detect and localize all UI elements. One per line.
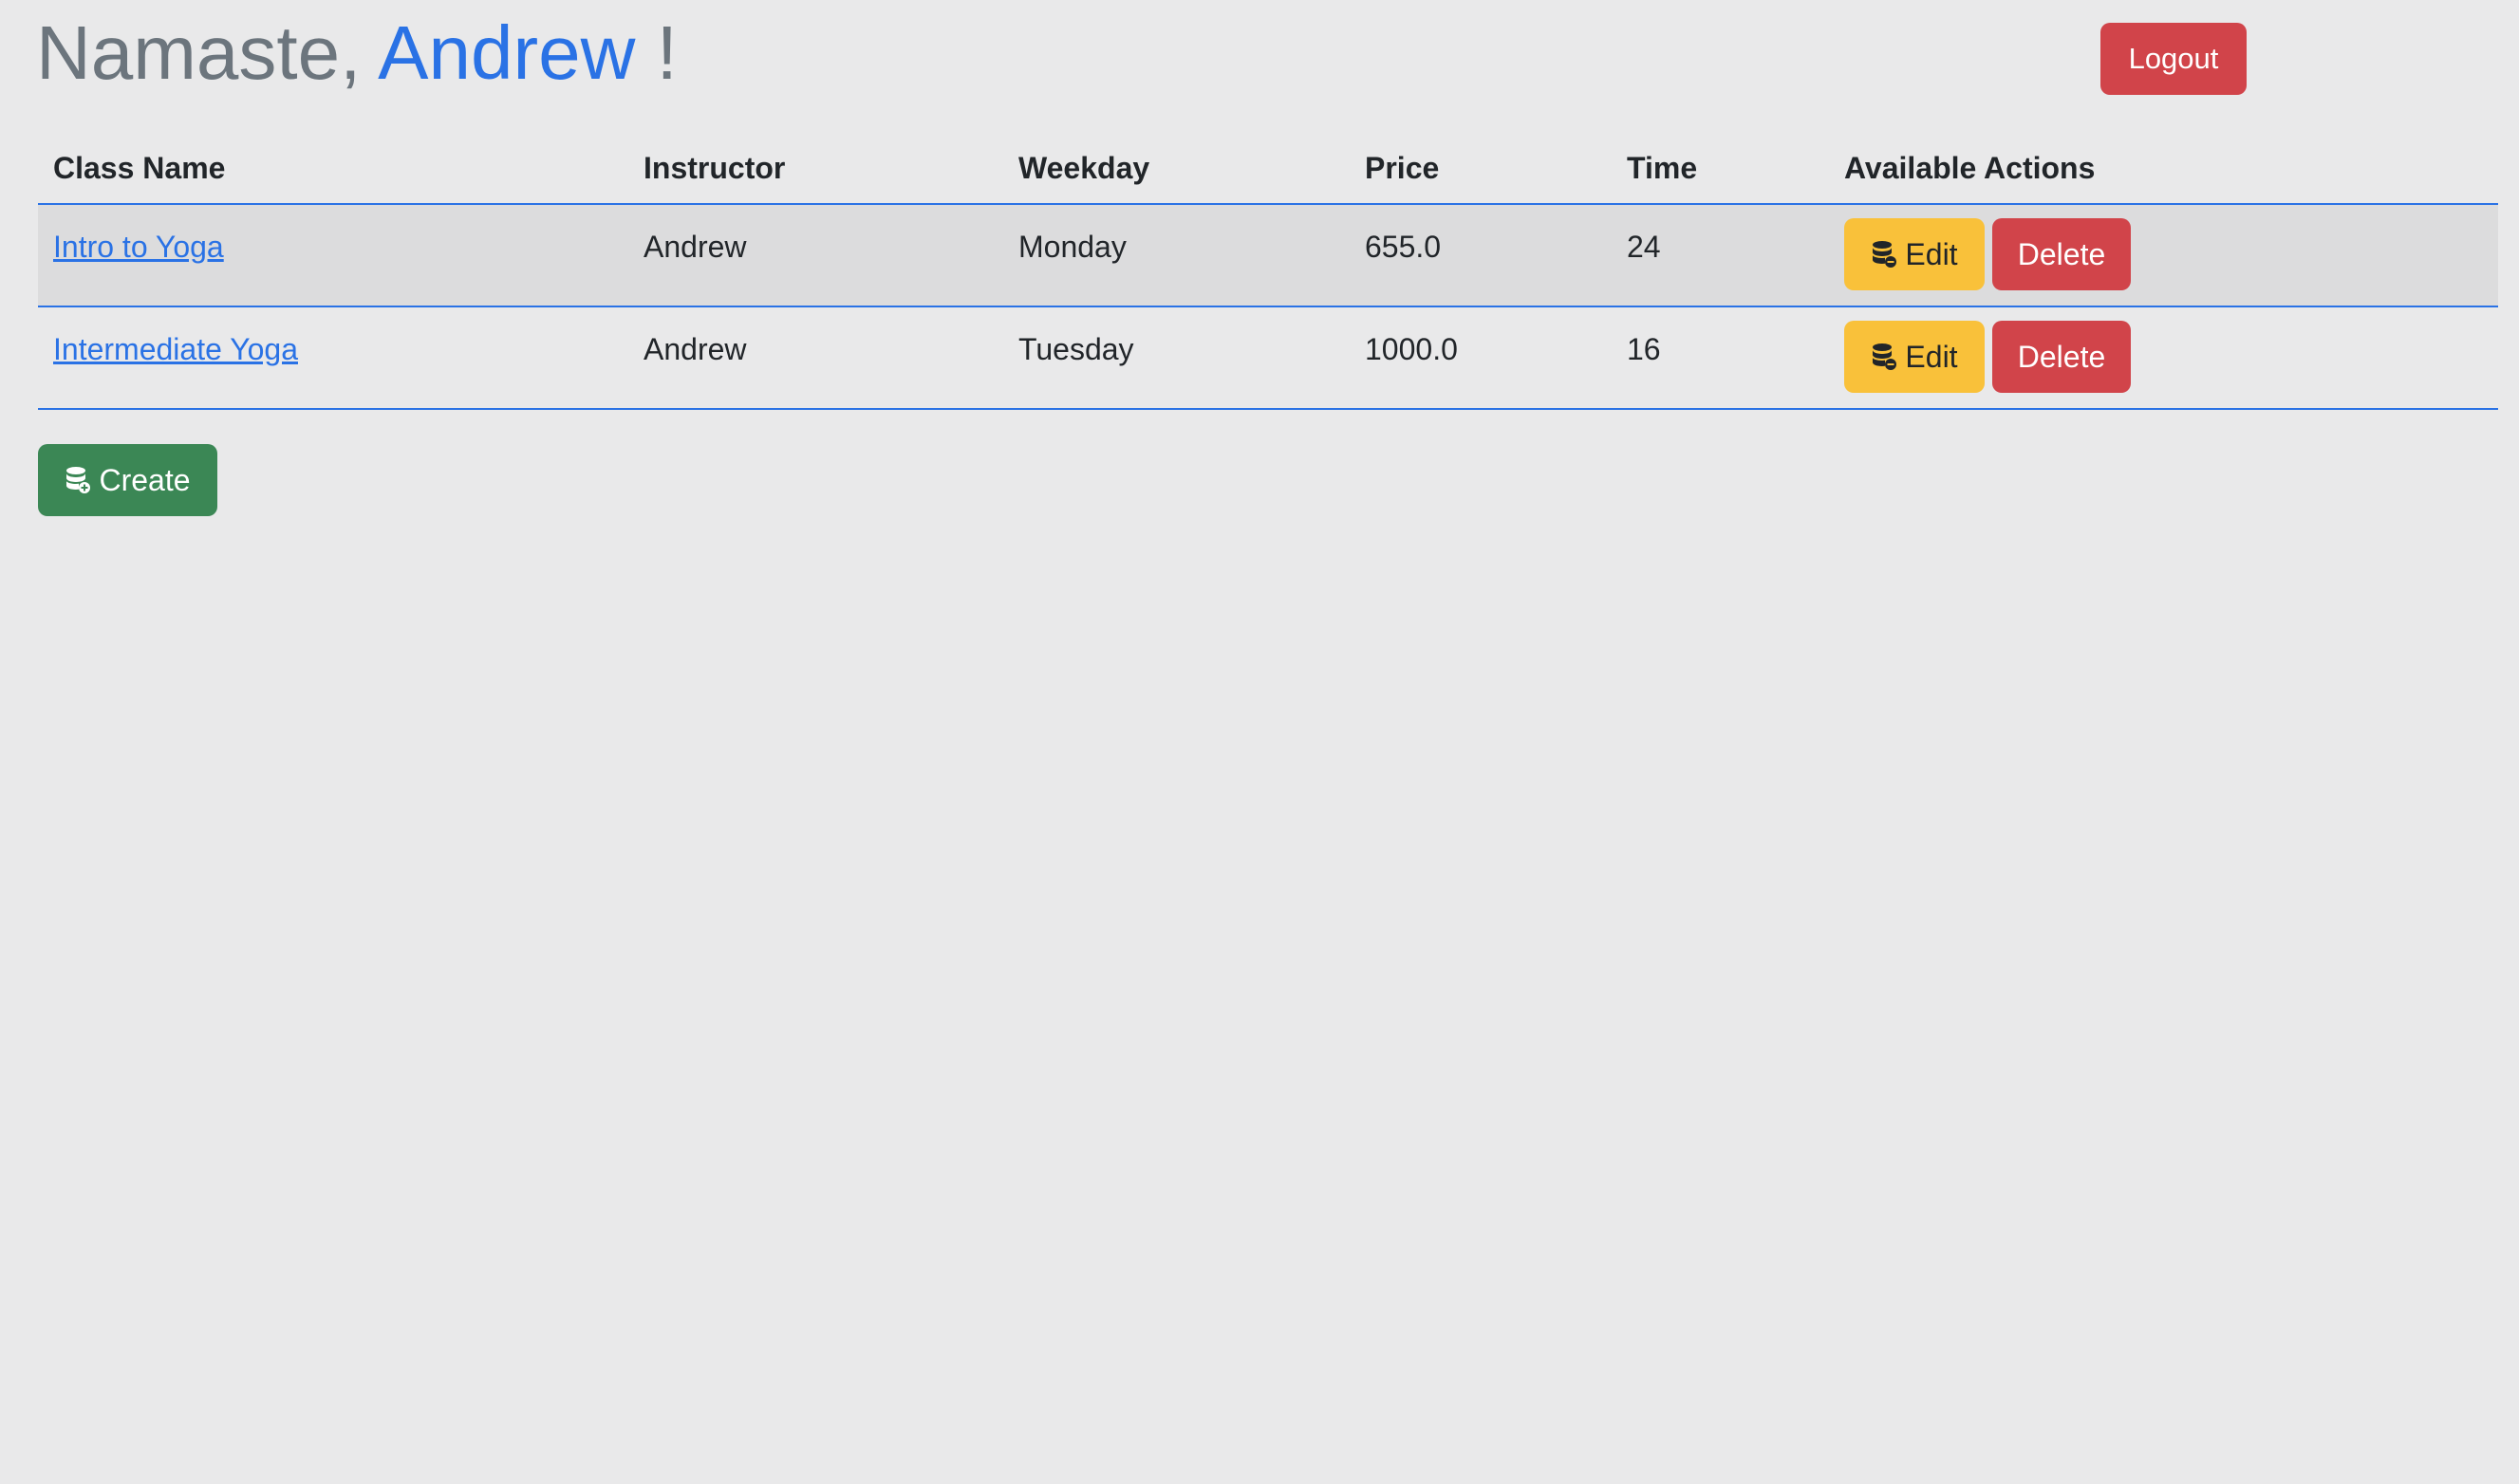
table-row: Intro to Yoga Andrew Monday 655.0 24 Edi… (38, 204, 2498, 307)
class-link[interactable]: Intro to Yoga (53, 230, 224, 264)
column-header-price: Price (1350, 133, 1612, 205)
database-add-icon (65, 466, 91, 494)
delete-button[interactable]: Delete (1992, 321, 2131, 393)
column-header-instructor: Instructor (628, 133, 1003, 205)
time-value: 16 (1627, 332, 1661, 366)
classes-table-container: Class Name Instructor Weekday Price Time… (38, 133, 2498, 410)
create-button[interactable]: Create (38, 444, 217, 516)
table-row: Intermediate Yoga Andrew Tuesday 1000.0 … (38, 306, 2498, 410)
greeting-prefix: Namaste, (36, 10, 379, 95)
greeting-suffix: ! (635, 10, 678, 95)
actions-cell: Edit Delete (1829, 306, 2498, 410)
weekday-cell: Monday (1003, 204, 1350, 307)
logout-button[interactable]: Logout (2100, 23, 2247, 95)
price-value: 655.0 (1365, 230, 1442, 264)
price-cell: 1000.0 (1350, 306, 1612, 410)
weekday-value: Tuesday (1018, 332, 1134, 366)
edit-button-label: Edit (1905, 236, 1958, 271)
classes-table: Class Name Instructor Weekday Price Time… (38, 133, 2498, 410)
time-cell: 24 (1612, 204, 1829, 307)
instructor-cell: Andrew (628, 204, 1003, 307)
delete-button[interactable]: Delete (1992, 218, 2131, 290)
weekday-value: Monday (1018, 230, 1127, 264)
database-edit-icon (1871, 343, 1897, 371)
price-value: 1000.0 (1365, 332, 1458, 366)
edit-button[interactable]: Edit (1844, 321, 1985, 393)
price-cell: 655.0 (1350, 204, 1612, 307)
weekday-cell: Tuesday (1003, 306, 1350, 410)
instructor-cell: Andrew (628, 306, 1003, 410)
class-name-cell: Intermediate Yoga (38, 306, 628, 410)
actions-cell: Edit Delete (1829, 204, 2498, 307)
column-header-time: Time (1612, 133, 1829, 205)
class-link[interactable]: Intermediate Yoga (53, 332, 298, 366)
instructor-value: Andrew (644, 332, 747, 366)
table-header-row: Class Name Instructor Weekday Price Time… (38, 133, 2498, 205)
create-button-label: Create (99, 462, 191, 497)
column-header-actions: Available Actions (1829, 133, 2498, 205)
column-header-weekday: Weekday (1003, 133, 1350, 205)
edit-button-label: Edit (1905, 339, 1958, 374)
time-value: 24 (1627, 230, 1661, 264)
column-header-class-name: Class Name (38, 133, 628, 205)
user-name: Andrew (378, 10, 636, 95)
edit-button[interactable]: Edit (1844, 218, 1985, 290)
instructor-value: Andrew (644, 230, 747, 264)
class-name-cell: Intro to Yoga (38, 204, 628, 307)
time-cell: 16 (1612, 306, 1829, 410)
database-edit-icon (1871, 240, 1897, 269)
page-title: Namaste, Andrew ! (36, 6, 678, 101)
